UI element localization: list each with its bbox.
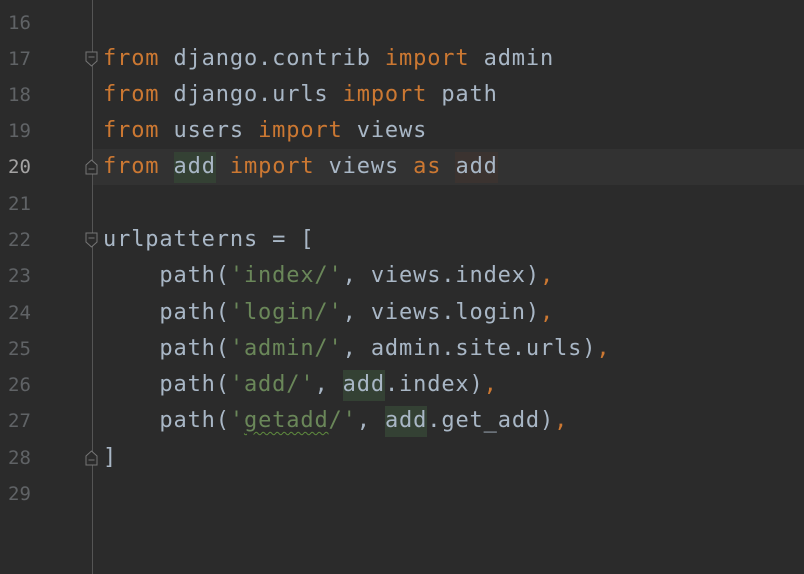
fold-marker-icon[interactable] bbox=[84, 232, 99, 248]
identifier-token: views bbox=[342, 118, 428, 143]
code-editor[interactable]: 16 17 from django.contrib import admin 1… bbox=[0, 0, 804, 574]
line-number: 29 bbox=[8, 483, 31, 505]
line-number: 19 bbox=[8, 120, 31, 142]
comma-token: , bbox=[554, 408, 569, 433]
fold-marker-icon[interactable] bbox=[84, 51, 99, 67]
code-line[interactable]: 23 path('index/', views.index), bbox=[0, 258, 804, 294]
code-line[interactable]: 21 bbox=[0, 186, 804, 222]
identifier-token: , views.login) bbox=[342, 300, 540, 325]
line-number: 22 bbox=[8, 229, 31, 251]
code-text: path('login/', views.login), bbox=[103, 299, 554, 327]
line-number: 25 bbox=[8, 338, 31, 360]
usage-highlight[interactable]: add bbox=[173, 152, 216, 183]
keyword-token: import bbox=[229, 154, 315, 179]
identifier-token: users bbox=[159, 118, 259, 143]
identifier-token bbox=[441, 154, 455, 179]
identifier-token: path( bbox=[103, 336, 230, 361]
identifier-token: admin bbox=[469, 46, 555, 71]
code-line[interactable]: 26 path('add/', add.index), bbox=[0, 367, 804, 403]
code-line-current[interactable]: 20 from add import views as add bbox=[0, 149, 804, 185]
identifier-token: ] bbox=[103, 445, 118, 470]
string-token: 'index/' bbox=[229, 263, 343, 288]
code-text: path('getadd/', add.get_add), bbox=[103, 406, 569, 437]
identifier-token: .index) bbox=[384, 372, 484, 397]
comma-token: , bbox=[596, 336, 611, 361]
code-line[interactable]: 24 path('login/', views.login), bbox=[0, 295, 804, 331]
comma-token: , bbox=[483, 372, 498, 397]
identifier-token: .get_add) bbox=[427, 408, 555, 433]
code-line[interactable]: 18 from django.urls import path bbox=[0, 77, 804, 113]
code-line[interactable]: 22 urlpatterns = [ bbox=[0, 222, 804, 258]
identifier-token: path bbox=[427, 82, 498, 107]
usage-highlight[interactable]: add bbox=[342, 370, 385, 401]
keyword-token: from bbox=[103, 154, 160, 179]
keyword-token: from bbox=[103, 82, 160, 107]
code-text: from django.urls import path bbox=[103, 81, 498, 109]
identifier-token: django.contrib bbox=[159, 46, 385, 71]
identifier-token: django.urls bbox=[159, 82, 343, 107]
keyword-token: from bbox=[103, 46, 160, 71]
keyword-token: from bbox=[103, 118, 160, 143]
identifier-token bbox=[159, 154, 173, 179]
identifier-token: path( bbox=[103, 372, 230, 397]
string-token: 'add/' bbox=[229, 372, 315, 397]
code-text: from django.contrib import admin bbox=[103, 45, 554, 73]
line-number: 20 bbox=[8, 156, 31, 178]
code-line[interactable]: 28 ] bbox=[0, 440, 804, 476]
usage-highlight[interactable]: add bbox=[384, 406, 428, 437]
keyword-token: import bbox=[258, 118, 343, 143]
identifier-token: , views.index) bbox=[342, 263, 540, 288]
identifier-token: path( bbox=[103, 263, 230, 288]
code-text: from add import views as add bbox=[103, 152, 498, 183]
spelling-warning[interactable]: getadd bbox=[244, 408, 329, 433]
string-token: 'admin/' bbox=[229, 336, 343, 361]
code-text: path('admin/', admin.site.urls), bbox=[103, 335, 610, 363]
line-number: 16 bbox=[8, 12, 31, 34]
string-token: /' bbox=[328, 408, 357, 433]
line-number: 26 bbox=[8, 374, 31, 396]
code-line[interactable]: 25 path('admin/', admin.site.urls), bbox=[0, 331, 804, 367]
identifier-token: , admin.site.urls) bbox=[342, 336, 597, 361]
identifier-token: views bbox=[314, 154, 414, 179]
keyword-token: as bbox=[413, 154, 442, 179]
string-token: ' bbox=[229, 408, 244, 433]
keyword-token: import bbox=[342, 82, 428, 107]
line-number: 28 bbox=[8, 447, 31, 469]
identifier-token bbox=[216, 154, 230, 179]
string-token: 'login/' bbox=[229, 300, 343, 325]
code-text: from users import views bbox=[103, 117, 427, 145]
keyword-token: import bbox=[384, 46, 470, 71]
code-line[interactable]: 16 bbox=[0, 5, 804, 41]
comma-token: , bbox=[539, 263, 555, 288]
line-number: 27 bbox=[8, 410, 31, 432]
code-line[interactable]: 29 bbox=[0, 476, 804, 512]
code-line[interactable]: 17 from django.contrib import admin bbox=[0, 41, 804, 77]
identifier-token: , bbox=[314, 372, 343, 397]
code-line[interactable]: 27 path('getadd/', add.get_add), bbox=[0, 403, 804, 439]
line-number: 21 bbox=[8, 193, 31, 215]
usage-highlight[interactable]: add bbox=[455, 152, 498, 183]
code-text: urlpatterns = [ bbox=[103, 226, 314, 254]
code-text: path('index/', views.index), bbox=[103, 262, 554, 290]
line-number: 17 bbox=[8, 48, 31, 70]
identifier-token: path( bbox=[103, 408, 230, 433]
line-number: 18 bbox=[8, 84, 31, 106]
identifier-token: , bbox=[356, 408, 385, 433]
identifier-token: urlpatterns = [ bbox=[103, 227, 315, 252]
fold-marker-icon[interactable] bbox=[84, 450, 99, 466]
code-line[interactable]: 19 from users import views bbox=[0, 113, 804, 149]
fold-marker-icon[interactable] bbox=[84, 159, 99, 175]
line-number: 24 bbox=[8, 302, 31, 324]
line-number: 23 bbox=[8, 265, 31, 287]
code-text: ] bbox=[103, 444, 117, 472]
identifier-token: path( bbox=[103, 300, 230, 325]
code-text: path('add/', add.index), bbox=[103, 370, 498, 401]
comma-token: , bbox=[539, 300, 555, 325]
